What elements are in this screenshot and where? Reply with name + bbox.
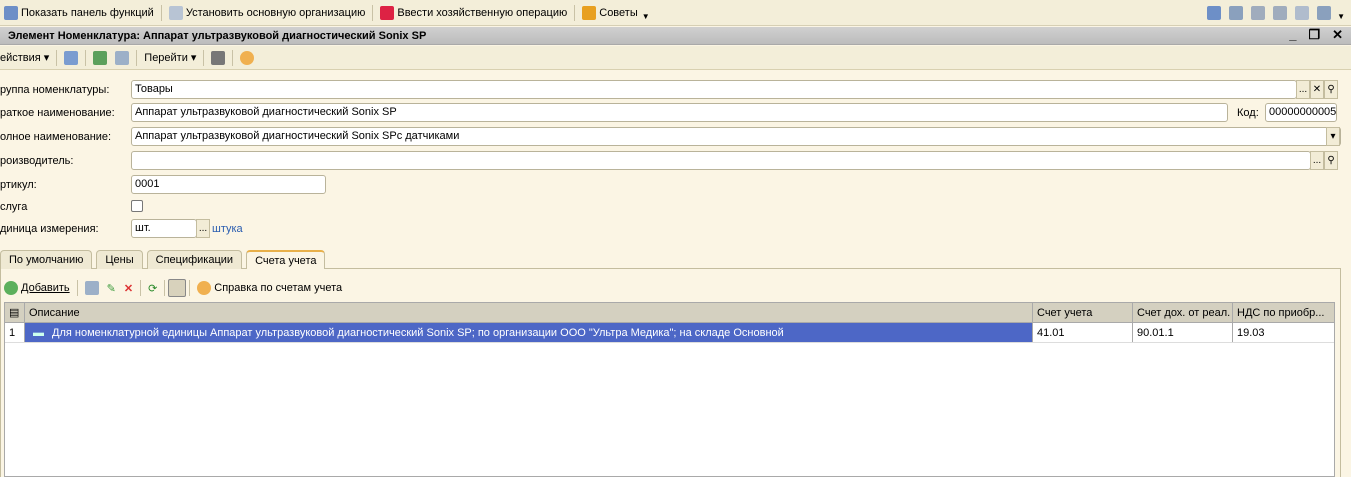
enter-operation-button[interactable]: Ввести хозяйственную операцию	[376, 5, 571, 20]
set-main-organization-button[interactable]: Установить основную организацию	[165, 5, 370, 20]
unit-field[interactable]: шт.	[131, 219, 197, 238]
grid-toolbar: Добавить ✎ ✕ ⟳ Справка по счетам учета	[4, 279, 346, 297]
window-title: Элемент Номенклатура: Аппарат ультразвук…	[8, 29, 427, 42]
delete-icon[interactable]: ✕	[124, 282, 133, 295]
copy-icon[interactable]	[115, 50, 130, 65]
full-name-field[interactable]: Аппарат ультразвуковой диагностический S…	[131, 127, 1341, 146]
save-close-icon[interactable]	[64, 50, 79, 65]
tab-prices[interactable]: Цены	[96, 250, 143, 269]
structure-icon[interactable]	[211, 50, 226, 65]
help-icon[interactable]	[240, 50, 255, 65]
organization-icon	[168, 5, 183, 20]
short-name-field[interactable]: Аппарат ультразвуковой диагностический S…	[131, 103, 1228, 122]
select-button[interactable]: ...	[1296, 80, 1310, 99]
minimize-icon[interactable]: _	[1289, 27, 1296, 43]
help-icon	[197, 281, 212, 295]
tab-default[interactable]: По умолчанию	[0, 250, 93, 269]
window-title-bar: Элемент Номенклатура: Аппарат ультразвук…	[0, 27, 1351, 45]
column-header[interactable]: НДС по приобр...	[1233, 303, 1334, 322]
document-report-icon[interactable]	[1295, 5, 1309, 20]
accounts-table[interactable]: ▤ Описание Счет учета Счет дох. от реал.…	[4, 302, 1335, 477]
select-button[interactable]: ...	[1310, 151, 1324, 170]
label: Добавить	[21, 282, 70, 294]
table-report-icon[interactable]	[1229, 5, 1243, 20]
unit-full-link[interactable]: штука	[212, 223, 243, 235]
refresh-icon[interactable]	[93, 50, 108, 65]
income-account-cell[interactable]: 90.01.1	[1133, 323, 1233, 342]
tabs: По умолчанию Цены Спецификации Счета уче…	[0, 250, 326, 269]
select-button[interactable]: ...	[196, 219, 210, 238]
actions-menu[interactable]: ействия ▾	[0, 51, 53, 65]
clear-icon[interactable]: ✕	[1310, 80, 1324, 99]
user-list-report-icon[interactable]	[1273, 5, 1287, 20]
table-row[interactable]: 1 ▬ Для номенклатурной единицы Аппарат ул…	[5, 323, 1334, 343]
more-chevron-icon[interactable]: ▼	[642, 12, 650, 21]
column-header[interactable]: Описание	[25, 303, 1033, 322]
manufacturer-label: роизводитель:	[0, 155, 74, 167]
refresh-icon[interactable]: ⟳	[148, 282, 157, 295]
service-label: слуга	[0, 201, 28, 213]
tab-specifications[interactable]: Спецификации	[146, 250, 243, 269]
service-checkbox[interactable]	[131, 200, 143, 212]
label: ействия	[0, 51, 41, 64]
label: Справка по счетам учета	[214, 282, 343, 294]
add-icon	[4, 281, 18, 295]
row-number: 1	[5, 323, 25, 342]
label: Советы	[599, 6, 638, 19]
restore-icon[interactable]: ❐	[1308, 27, 1320, 43]
edit-icon[interactable]: ✎	[107, 282, 116, 295]
tips-icon	[582, 5, 597, 20]
label: Ввести хозяйственную операцию	[397, 6, 568, 19]
close-icon[interactable]: ✕	[1332, 27, 1343, 43]
more-chevron-icon[interactable]: ▼	[1337, 12, 1345, 21]
manufacturer-field[interactable]	[131, 151, 1311, 170]
goto-menu[interactable]: Перейти ▾	[140, 51, 200, 65]
label: Перейти	[144, 51, 188, 64]
dropdown-icon[interactable]: ▾	[1326, 127, 1340, 146]
search-icon[interactable]: ⚲	[1324, 151, 1338, 170]
dt-kt-icon	[380, 5, 395, 20]
description: Для номенклатурной единицы Аппарат ультр…	[52, 326, 784, 339]
row-menu-icon[interactable]: ▤	[5, 303, 25, 322]
code-label: Код:	[1237, 107, 1259, 119]
column-header[interactable]: Счет учета	[1033, 303, 1133, 322]
tips-button[interactable]: Советы	[578, 5, 641, 20]
record-icon: ▬	[33, 326, 44, 339]
import-report-icon[interactable]	[1317, 5, 1331, 20]
copy-row-icon[interactable]	[84, 281, 99, 295]
description-cell[interactable]: ▬ Для номенклатурной единицы Аппарат ульт…	[25, 323, 1033, 342]
label: Показать панель функций	[21, 6, 154, 19]
accounts-help-button[interactable]: Справка по счетам учета	[193, 281, 346, 295]
tab-accounts[interactable]: Счета учета	[246, 250, 326, 269]
short-name-label: раткое наименование:	[0, 107, 115, 119]
account-cell[interactable]: 41.01	[1033, 323, 1133, 342]
group-label: руппа номенклатуры:	[0, 84, 110, 96]
code-field[interactable]: 00000000005	[1265, 103, 1337, 122]
vat-account-cell[interactable]: 19.03	[1233, 323, 1334, 342]
form-toolbar: ействия ▾ Перейти ▾	[0, 46, 1351, 70]
column-header[interactable]: Счет дох. от реал.	[1133, 303, 1233, 322]
filter-icon[interactable]	[168, 279, 187, 297]
unit-label: диница измерения:	[0, 223, 99, 235]
group-field[interactable]: Товары	[131, 80, 1297, 99]
label: Установить основную организацию	[185, 6, 366, 19]
search-icon[interactable]: ⚲	[1324, 80, 1338, 99]
sum-report-icon[interactable]	[1207, 5, 1221, 20]
report-icons	[1207, 5, 1331, 20]
function-panel-icon	[4, 5, 18, 20]
article-label: ртикул:	[0, 179, 37, 191]
table-header: ▤ Описание Счет учета Счет дох. от реал.…	[5, 303, 1334, 323]
user-report-icon[interactable]	[1251, 5, 1265, 20]
add-button[interactable]: Добавить	[4, 281, 74, 295]
main-toolbar: Показать панель функций Установить основ…	[0, 0, 1351, 26]
show-function-panel-button[interactable]: Показать панель функций	[0, 5, 158, 20]
article-field[interactable]: 0001	[131, 175, 326, 194]
full-name-label: олное наименование:	[0, 131, 112, 143]
